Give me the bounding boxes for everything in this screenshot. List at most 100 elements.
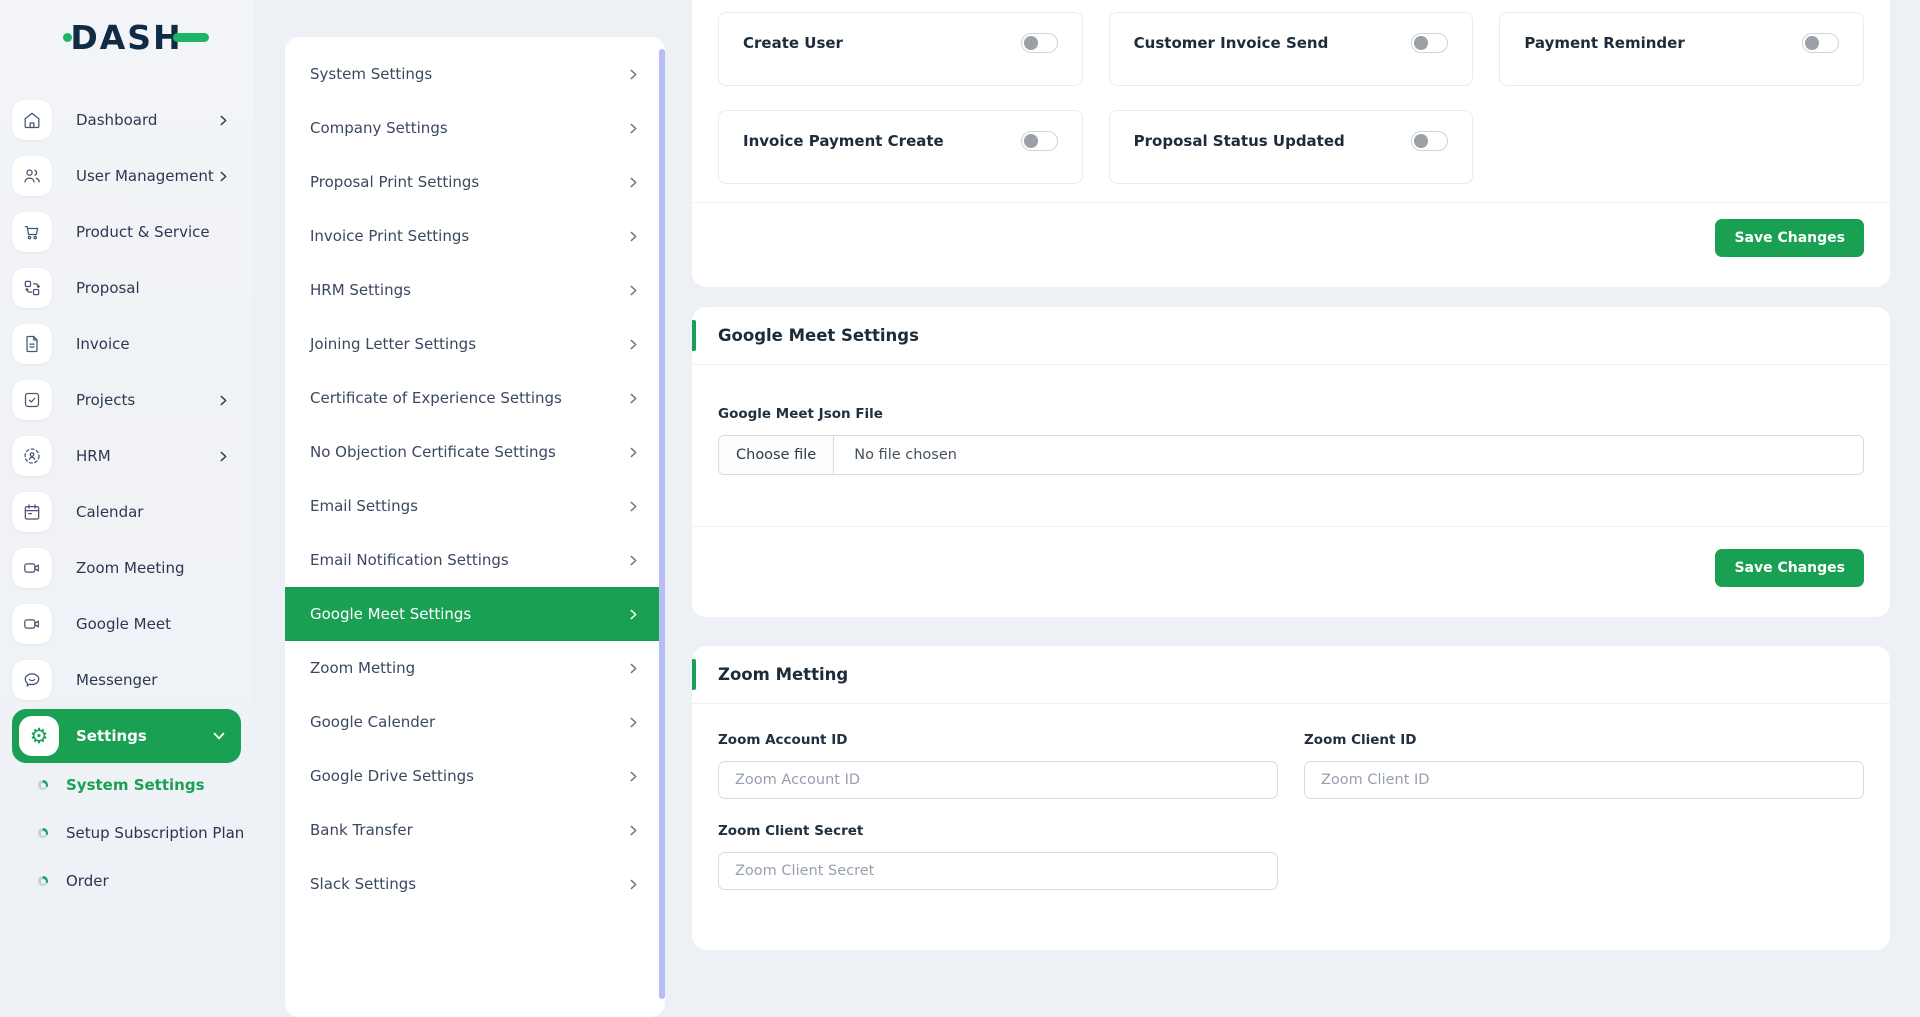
chevron-right-icon	[628, 69, 639, 80]
toggle-tile-label: Create User	[743, 33, 843, 53]
card-title: Google Meet Settings	[718, 326, 919, 345]
sidebar: DASH Dashboard User Management Product & S…	[0, 0, 253, 886]
settings-menu-item-company-settings[interactable]: Company Settings	[285, 101, 665, 155]
field-label: Zoom Client ID	[1304, 732, 1864, 748]
zoom-client-id-input[interactable]	[1304, 761, 1864, 799]
toggle-tile-label: Proposal Status Updated	[1134, 131, 1345, 151]
settings-menu-item-slack-settings[interactable]: Slack Settings	[285, 857, 665, 911]
settings-menu-item-invoice-print-settings[interactable]: Invoice Print Settings	[285, 209, 665, 263]
toggle-switch[interactable]	[1802, 33, 1839, 53]
settings-menu-item-certificate-of-experience-settings[interactable]: Certificate of Experience Settings	[285, 371, 665, 425]
settings-menu-item-hrm-settings[interactable]: HRM Settings	[285, 263, 665, 317]
cart-icon	[12, 212, 52, 252]
settings-menu-item-bank-transfer[interactable]: Bank Transfer	[285, 803, 665, 857]
sidebar-item-dashboard[interactable]: Dashboard	[12, 100, 241, 140]
chevron-right-icon	[628, 717, 639, 728]
settings-menu-item-system-settings[interactable]: System Settings	[285, 47, 665, 101]
settings-menu-item-label: Proposal Print Settings	[310, 173, 479, 191]
toggle-tile-label: Payment Reminder	[1524, 33, 1684, 53]
toggle-switch[interactable]	[1021, 33, 1058, 53]
toggle-switch[interactable]	[1411, 131, 1448, 151]
toggle-switch[interactable]	[1411, 33, 1448, 53]
card-footer: Save Changes	[692, 527, 1890, 617]
settings-menu-item-label: Slack Settings	[310, 875, 416, 893]
sidebar-item-label: Proposal	[76, 279, 241, 297]
toggle-tile-label: Customer Invoice Send	[1134, 33, 1329, 53]
sidebar-item-projects[interactable]: Projects	[12, 380, 241, 420]
settings-menu-item-zoom-metting[interactable]: Zoom Metting	[285, 641, 665, 695]
settings-menu-item-label: Google Calender	[310, 713, 435, 731]
field-label: Zoom Client Secret	[718, 823, 1278, 839]
settings-menu-item-google-calender[interactable]: Google Calender	[285, 695, 665, 749]
toggle-tile-invoice-payment-create: Invoice Payment Create	[718, 110, 1083, 184]
sidebar-item-google-meet[interactable]: Google Meet	[12, 604, 241, 644]
choose-file-button[interactable]: Choose file	[719, 436, 834, 474]
video-icon	[12, 548, 52, 588]
settings-menu-item-email-settings[interactable]: Email Settings	[285, 479, 665, 533]
notification-settings-card: Create User Customer Invoice Send Payment …	[692, 0, 1890, 287]
card-footer: Save Changes	[692, 203, 1890, 287]
google-meet-settings-card: Google Meet Settings Google Meet Json Fi…	[692, 307, 1890, 617]
sidebar-item-label: Projects	[76, 391, 218, 409]
sidebar-item-user-management[interactable]: User Management	[12, 156, 241, 196]
zoom-account-id-input[interactable]	[718, 761, 1278, 799]
settings-menu-item-label: Zoom Metting	[310, 659, 415, 677]
chevron-right-icon	[628, 447, 639, 458]
settings-menu-scrollbar[interactable]	[659, 49, 665, 999]
toggle-grid: Create User Customer Invoice Send Payment …	[692, 12, 1890, 184]
gear-icon: ⚙	[19, 716, 59, 756]
sidebar-subitem-setup-subscription-plan[interactable]: Setup Subscription Plan	[38, 824, 253, 842]
settings-menu-item-no-objection-certificate-settings[interactable]: No Objection Certificate Settings	[285, 425, 665, 479]
settings-menu-item-label: Certificate of Experience Settings	[310, 389, 562, 407]
sidebar-item-label: Calendar	[76, 503, 241, 521]
chevron-right-icon	[218, 451, 229, 462]
card-header: Zoom Metting	[692, 646, 1890, 704]
settings-menu-item-label: Email Settings	[310, 497, 418, 515]
settings-menu-item-label: Google Drive Settings	[310, 767, 474, 785]
settings-menu-item-proposal-print-settings[interactable]: Proposal Print Settings	[285, 155, 665, 209]
google-meet-json-file-input[interactable]: Choose file No file chosen	[718, 435, 1864, 475]
home-icon	[12, 100, 52, 140]
chevron-down-icon	[213, 730, 225, 742]
settings-menu-item-joining-letter-settings[interactable]: Joining Letter Settings	[285, 317, 665, 371]
brand-logo[interactable]: DASH	[70, 16, 182, 58]
sidebar-item-calendar[interactable]: Calendar	[12, 492, 241, 532]
sidebar-item-invoice[interactable]: Invoice	[12, 324, 241, 364]
sidebar-item-hrm[interactable]: HRM	[12, 436, 241, 476]
toggle-tile-label: Invoice Payment Create	[743, 131, 944, 151]
logo-dash-accent	[173, 33, 209, 42]
card-header: Google Meet Settings	[692, 307, 1890, 365]
save-changes-button[interactable]: Save Changes	[1715, 219, 1864, 257]
sidebar-subitem-order[interactable]: Order	[38, 872, 253, 890]
settings-menu-item-label: Invoice Print Settings	[310, 227, 469, 245]
accent-bar	[692, 320, 696, 351]
chevron-right-icon	[628, 177, 639, 188]
chevron-right-icon	[628, 231, 639, 242]
save-changes-button[interactable]: Save Changes	[1715, 549, 1864, 587]
sidebar-item-product-service[interactable]: Product & Service	[12, 212, 241, 252]
sidebar-item-messenger[interactable]: Messenger	[12, 660, 241, 700]
settings-menu-item-google-drive-settings[interactable]: Google Drive Settings	[285, 749, 665, 803]
sidebar-item-proposal[interactable]: Proposal	[12, 268, 241, 308]
settings-menu-item-label: Company Settings	[310, 119, 448, 137]
sidebar-item-zoom-meeting[interactable]: Zoom Meeting	[12, 548, 241, 588]
chevron-right-icon	[628, 285, 639, 296]
accent-bar	[692, 659, 696, 690]
chevron-right-icon	[218, 115, 229, 126]
zoom-client-secret-input[interactable]	[718, 852, 1278, 890]
toggle-switch[interactable]	[1021, 131, 1058, 151]
sidebar-item-label: Product & Service	[76, 223, 241, 241]
zoom-meeting-settings-card: Zoom Metting Zoom Account IDZoom Client …	[692, 646, 1890, 950]
calendar-icon	[12, 492, 52, 532]
sidebar-subitem-system-settings[interactable]: System Settings	[38, 776, 253, 794]
chevron-right-icon	[218, 395, 229, 406]
settings-menu-item-label: HRM Settings	[310, 281, 411, 299]
sidebar-item-settings[interactable]: ⚙ Settings	[12, 709, 241, 763]
app-root: { "brand": { "logo_text": "DASH" }, "col…	[0, 0, 1920, 886]
sidebar-item-label: Messenger	[76, 671, 241, 689]
users-icon	[12, 156, 52, 196]
settings-menu-item-email-notification-settings[interactable]: Email Notification Settings	[285, 533, 665, 587]
chevron-right-icon	[628, 339, 639, 350]
sidebar-item-label: User Management	[76, 167, 218, 185]
settings-menu-item-google-meet-settings[interactable]: Google Meet Settings	[285, 587, 665, 641]
